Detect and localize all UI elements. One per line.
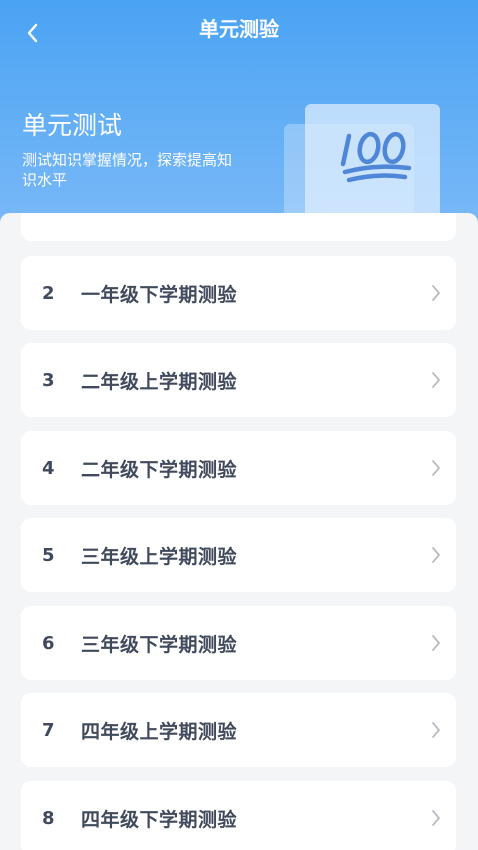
chevron-right-icon [416, 459, 456, 477]
test-list: 2 一年级下学期测验 3 二年级上学期测验 4 二年级下学期测验 5 三年级上学… [0, 213, 478, 850]
item-number: 6 [42, 632, 55, 654]
hundred-points-icon [340, 131, 412, 183]
list-item[interactable]: 2 一年级下学期测验 [21, 256, 456, 330]
chevron-right-icon [416, 546, 456, 564]
list-item[interactable]: 3 二年级上学期测验 [21, 343, 456, 417]
item-number: 3 [42, 369, 55, 391]
chevron-right-icon [416, 809, 456, 827]
list-item[interactable]: 8 四年级下学期测验 [21, 781, 456, 850]
page-title: 单元测验 [199, 17, 279, 41]
chevron-right-icon [416, 721, 456, 739]
item-number: 4 [42, 457, 55, 479]
hero-title: 单元测试 [22, 111, 123, 140]
item-number: 5 [42, 544, 55, 566]
chevron-right-icon [416, 634, 456, 652]
item-label: 四年级上学期测验 [81, 720, 238, 743]
item-number: 7 [42, 719, 55, 741]
list-item-partial[interactable] [21, 213, 456, 241]
item-label: 一年级下学期测验 [81, 283, 238, 306]
item-label: 二年级上学期测验 [81, 370, 238, 393]
chevron-right-icon [416, 284, 456, 302]
list-item[interactable]: 7 四年级上学期测验 [21, 693, 456, 767]
list-item[interactable]: 5 三年级上学期测验 [21, 518, 456, 592]
hero-subtitle: 测试知识掌握情况，探索提高知识水平 [22, 151, 233, 189]
item-number: 2 [42, 282, 55, 304]
chevron-right-icon [416, 371, 456, 389]
hundred-badge [305, 104, 440, 220]
item-label: 三年级下学期测验 [81, 633, 238, 656]
list-item[interactable]: 6 三年级下学期测验 [21, 606, 456, 680]
item-label: 二年级下学期测验 [81, 458, 238, 481]
item-number: 8 [42, 807, 55, 829]
item-label: 四年级下学期测验 [81, 808, 238, 831]
list-item[interactable]: 4 二年级下学期测验 [21, 431, 456, 505]
item-label: 三年级上学期测验 [81, 545, 238, 568]
